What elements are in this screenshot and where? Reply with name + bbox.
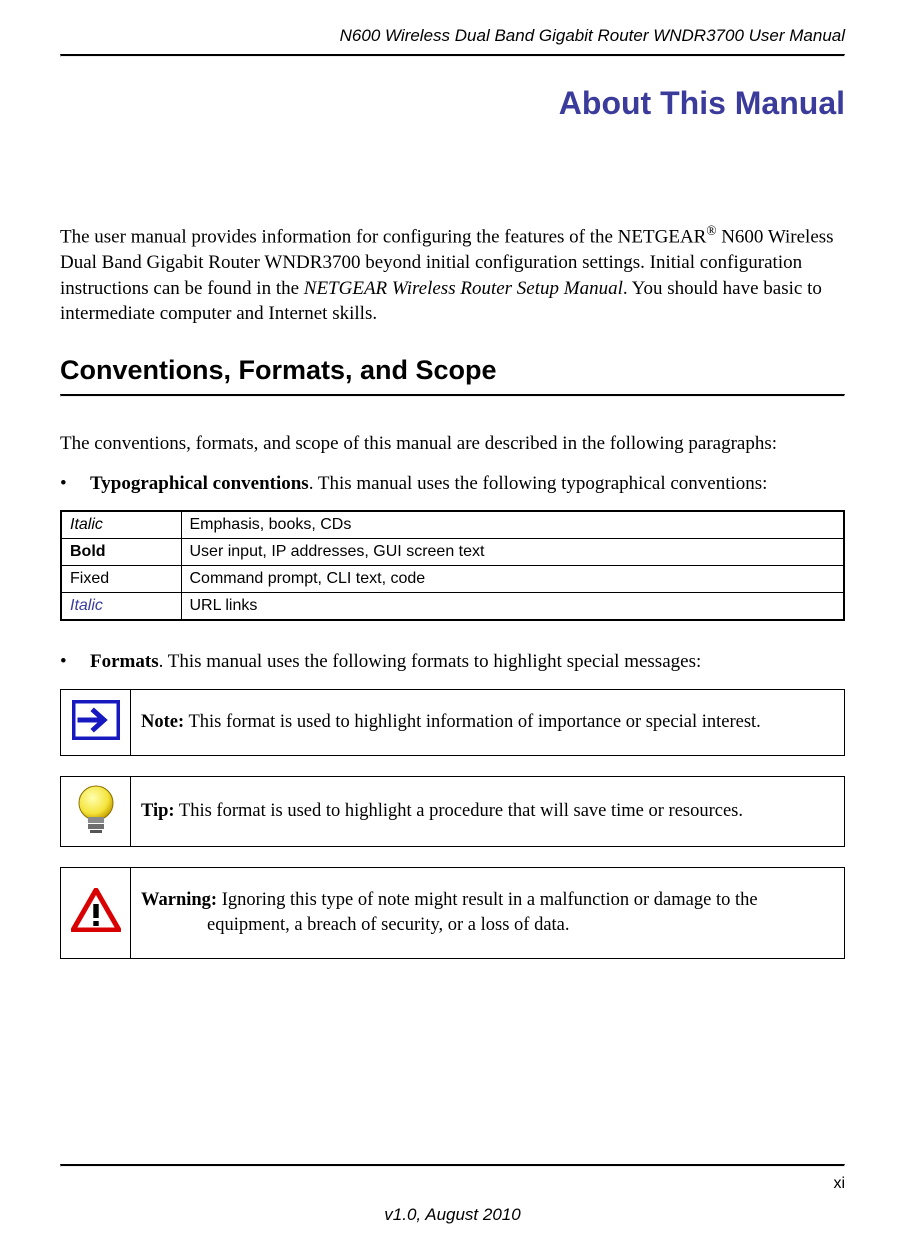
page-footer: xi v1.0, August 2010 [60,1164,845,1225]
warning-text: Ignoring this type of note might result … [207,890,758,935]
tip-text: This format is used to highlight a proce… [175,801,743,821]
warning-icon [71,888,121,932]
tip-callout: Tip: This format is used to highlight a … [60,776,845,847]
conventions-table: Italic Emphasis, books, CDs Bold User in… [60,510,845,621]
note-callout: Note: This format is used to highlight i… [60,689,845,756]
intro-italic: NETGEAR Wireless Router Setup Manual [304,278,623,299]
running-header: N600 Wireless Dual Band Gigabit Router W… [60,26,845,46]
arrow-icon [72,700,120,740]
conv-fixed-label: Fixed [61,566,181,593]
bullet-content: Typographical conventions. This manual u… [90,471,845,497]
tip-icon-cell [61,776,131,846]
warning-icon-cell [61,867,131,958]
section-lead: The conventions, formats, and scope of t… [60,431,845,457]
bullet-rest: . This manual uses the following formats… [159,651,702,672]
bullet-marker: • [60,649,90,675]
bullet-rest: . This manual uses the following typogra… [309,473,768,494]
table-row: Italic URL links [61,593,844,621]
chapter-title: About This Manual [60,85,845,122]
warning-text-cell: Warning: Ignoring this type of note migh… [131,867,845,958]
warning-label: Warning: [141,890,217,910]
table-row: Italic Emphasis, books, CDs [61,511,844,539]
lightbulb-icon [73,783,119,835]
bullet-marker: • [60,471,90,497]
footer-rule [60,1164,845,1167]
note-label: Note: [141,712,184,732]
intro-paragraph: The user manual provides information for… [60,222,845,327]
conv-fixed-desc: Command prompt, CLI text, code [181,566,844,593]
manual-page: N600 Wireless Dual Band Gigabit Router W… [0,0,905,1247]
conv-italic-label: Italic [61,511,181,539]
section-heading-conventions: Conventions, Formats, and Scope [60,355,845,386]
tip-label: Tip: [141,801,175,821]
page-number: xi [60,1175,845,1193]
bullet-bold: Typographical conventions [90,473,309,494]
note-text-cell: Note: This format is used to highlight i… [131,689,845,755]
note-text: This format is used to highlight informa… [184,712,761,732]
header-rule [60,54,845,57]
tip-text-cell: Tip: This format is used to highlight a … [131,776,845,846]
conv-url-label: Italic [61,593,181,621]
footer-version: v1.0, August 2010 [60,1205,845,1225]
note-icon-cell [61,689,131,755]
bullet-typographical: • Typographical conventions. This manual… [60,471,845,497]
table-row: Bold User input, IP addresses, GUI scree… [61,539,844,566]
registered-mark: ® [706,223,716,238]
warning-callout: Warning: Ignoring this type of note migh… [60,867,845,959]
conv-url-desc: URL links [181,593,844,621]
bullet-formats: • Formats. This manual uses the followin… [60,649,845,675]
intro-text-1: The user manual provides information for… [60,226,706,247]
bullet-bold: Formats [90,651,159,672]
table-row: Fixed Command prompt, CLI text, code [61,566,844,593]
conv-bold-desc: User input, IP addresses, GUI screen tex… [181,539,844,566]
bullet-content: Formats. This manual uses the following … [90,649,845,675]
conv-bold-label: Bold [61,539,181,566]
section-rule [60,394,845,397]
conv-italic-desc: Emphasis, books, CDs [181,511,844,539]
